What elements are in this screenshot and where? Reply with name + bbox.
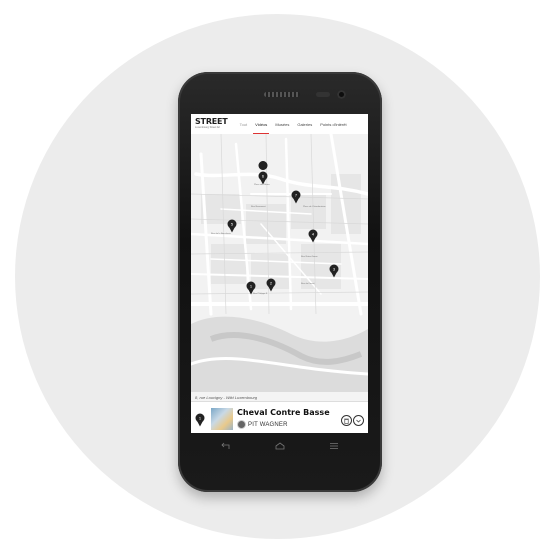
back-icon[interactable]	[221, 442, 231, 450]
home-icon[interactable]	[275, 442, 285, 450]
tab-points-interet[interactable]: Points d'intérêt	[316, 122, 350, 127]
artwork-thumbnail[interactable]	[211, 408, 233, 430]
trash-icon[interactable]	[341, 415, 352, 426]
phone-camera	[337, 90, 346, 99]
phone-nav-bar	[191, 436, 368, 456]
tab-galeries[interactable]: Galeries	[293, 122, 316, 127]
tab-tout[interactable]: Tout	[236, 122, 252, 127]
artwork-detail-bar[interactable]: 1 Cheval Contre Basse PIT WAGNER	[191, 401, 368, 433]
logo-text: STREET	[195, 117, 228, 127]
phone-speaker	[264, 92, 300, 97]
top-navigation: STREET Luxembourg Street Art Tout Vidéos…	[191, 114, 368, 135]
location-pin-icon: 1	[195, 413, 205, 427]
chevron-down-icon[interactable]	[353, 415, 364, 426]
street-label: Rue Philippe II	[253, 293, 268, 295]
artwork-title: Cheval Contre Basse	[237, 408, 330, 417]
phone-sensor	[316, 92, 330, 97]
artist-row: PIT WAGNER	[237, 420, 288, 429]
map-view[interactable]: Place des Bains Rue Beaumont Place de Cl…	[191, 134, 368, 392]
tab-videos[interactable]: Vidéos	[251, 122, 271, 134]
artist-name: PIT WAGNER	[248, 421, 288, 428]
logo-tagline: Luxembourg Street Art	[195, 126, 221, 130]
street-label: Rue de la Boucherie	[211, 232, 232, 235]
street-label: Rue du Fossé	[301, 283, 315, 285]
menu-icon[interactable]	[329, 442, 339, 450]
tab-musees[interactable]: Musées	[271, 122, 293, 127]
artist-avatar	[237, 420, 246, 429]
street-label: Place des Bains	[254, 184, 271, 186]
category-tabs: Tout Vidéos Musées Galeries Points d'int…	[236, 122, 351, 134]
street-label: Rue Beaumont	[251, 205, 266, 208]
street-label: Rue Notre-Dame	[301, 255, 318, 258]
street-label: Place de Clairefontaine	[303, 205, 326, 208]
app-logo[interactable]: STREET Luxembourg Street Art	[195, 118, 228, 130]
app-screen: STREET Luxembourg Street Art Tout Vidéos…	[191, 114, 368, 433]
location-address: 8, rue Louvigny - Wild Luxembourg	[195, 395, 257, 400]
